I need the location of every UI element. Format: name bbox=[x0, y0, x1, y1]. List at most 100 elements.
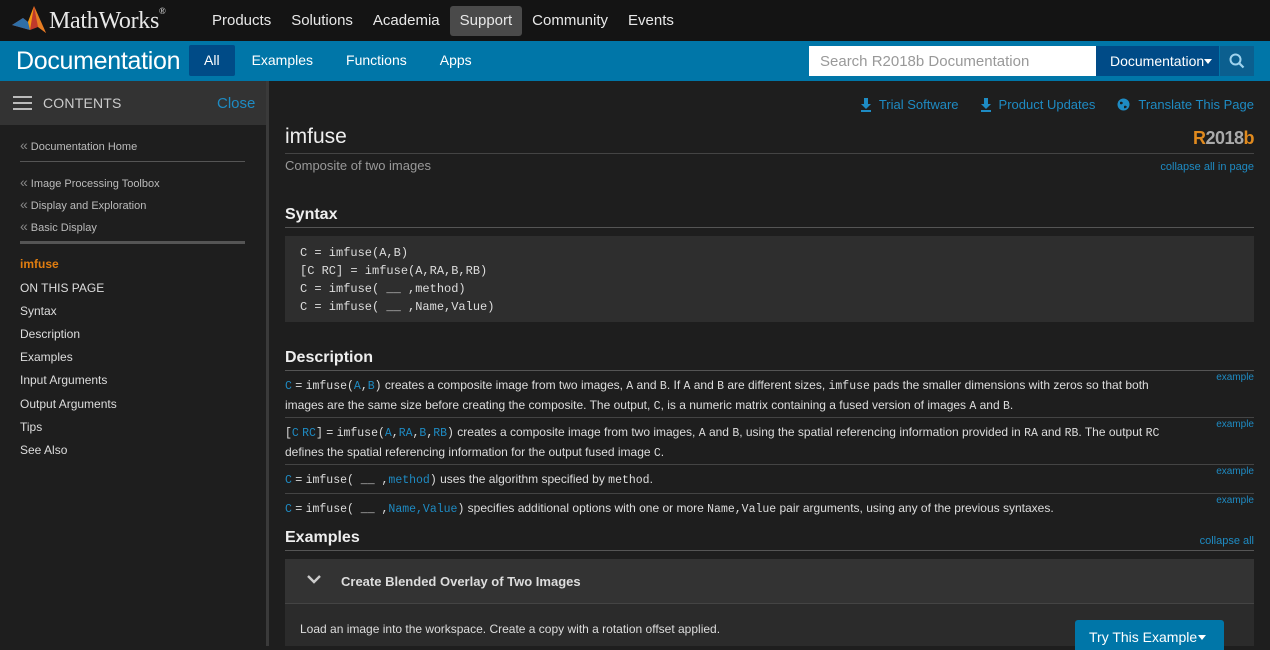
utility-links: Trial Software Product Updates Translate… bbox=[839, 97, 1254, 112]
tab-apps[interactable]: Apps bbox=[424, 45, 488, 76]
sidebar-current-page[interactable]: imfuse bbox=[20, 257, 59, 271]
example-link[interactable]: example bbox=[1216, 466, 1254, 477]
section-divider bbox=[285, 370, 1254, 371]
sidebar-item-syntax[interactable]: Syntax bbox=[20, 304, 57, 318]
sidebar-item-description[interactable]: Description bbox=[20, 327, 80, 341]
nav-solutions[interactable]: Solutions bbox=[281, 6, 363, 36]
documentation-title[interactable]: Documentation bbox=[16, 47, 181, 76]
sidebar-header: CONTENTS Close bbox=[0, 81, 269, 125]
caret-down-icon bbox=[1198, 635, 1207, 640]
description-divider bbox=[285, 417, 1254, 418]
example-link[interactable]: example bbox=[1216, 419, 1254, 430]
code-link: RC bbox=[302, 427, 316, 440]
double-chevron-left-icon: « bbox=[20, 218, 28, 234]
sidebar-resize-handle[interactable] bbox=[266, 81, 269, 646]
contents-label: CONTENTS bbox=[43, 95, 122, 111]
nav-academia[interactable]: Academia bbox=[363, 6, 450, 36]
sidebar-item-output-arguments[interactable]: Output Arguments bbox=[20, 397, 117, 411]
example-text: Load an image into the workspace. Create… bbox=[300, 622, 721, 636]
code-link: Name,Value bbox=[388, 503, 458, 516]
nav-support[interactable]: Support bbox=[449, 6, 523, 36]
sidebar-item-tips[interactable]: Tips bbox=[20, 420, 42, 434]
sidebar-separator bbox=[20, 241, 245, 244]
example-header[interactable]: Create Blended Overlay of Two Images bbox=[285, 559, 1254, 604]
double-chevron-left-icon: « bbox=[20, 137, 28, 153]
example-link[interactable]: example bbox=[1216, 372, 1254, 383]
collapse-all-link[interactable]: collapse all bbox=[1200, 535, 1254, 547]
nav-products[interactable]: Products bbox=[202, 6, 281, 36]
description-divider bbox=[285, 464, 1254, 465]
close-sidebar-link[interactable]: Close bbox=[217, 95, 255, 112]
function-purpose: Composite of two images bbox=[285, 158, 431, 173]
translate-page-link[interactable]: Translate This Page bbox=[1117, 97, 1254, 112]
sidebar-item-see-also[interactable]: See Also bbox=[20, 443, 67, 457]
logo-text: MathWorks® bbox=[49, 5, 166, 34]
title-divider bbox=[285, 153, 1254, 154]
code-link: A bbox=[353, 380, 361, 393]
caret-down-icon bbox=[1204, 59, 1212, 64]
double-chevron-left-icon: « bbox=[20, 174, 28, 190]
syntax-line: C = imfuse( __ ,method) bbox=[300, 282, 466, 296]
chevron-down-icon bbox=[307, 575, 321, 584]
description-divider bbox=[285, 493, 1254, 494]
search-input[interactable] bbox=[809, 46, 1096, 76]
crumb-display-and-exploration[interactable]: «Display and Exploration bbox=[20, 196, 146, 212]
mathworks-logo[interactable]: MathWorks® bbox=[10, 2, 166, 38]
description-heading: Description bbox=[285, 349, 374, 366]
crumb-image-processing-toolbox[interactable]: «Image Processing Toolbox bbox=[20, 174, 160, 190]
sidebar-item-input-arguments[interactable]: Input Arguments bbox=[20, 373, 107, 387]
example-link[interactable]: example bbox=[1216, 495, 1254, 506]
contents-sidebar: CONTENTS Close «Documentation Home «Imag… bbox=[0, 81, 269, 646]
documentation-bar: Documentation All Examples Functions App… bbox=[0, 41, 1270, 81]
code-link: A bbox=[384, 427, 392, 440]
syntax-line: C = imfuse(A,B) bbox=[300, 246, 409, 260]
section-divider bbox=[285, 550, 1254, 551]
description-paragraph: C = imfuse( __ ,method) uses the algorit… bbox=[285, 472, 653, 487]
nav-community[interactable]: Community bbox=[522, 6, 618, 36]
tab-all[interactable]: All bbox=[189, 45, 235, 76]
code-link: B bbox=[367, 380, 375, 393]
sidebar-item-examples[interactable]: Examples bbox=[20, 350, 73, 364]
release-badge: R2018b bbox=[1192, 128, 1255, 148]
syntax-line: [C RC] = imfuse(A,RA,B,RB) bbox=[300, 264, 488, 278]
nav-events[interactable]: Events bbox=[618, 6, 684, 36]
search-button[interactable] bbox=[1220, 46, 1254, 76]
search-icon bbox=[1229, 53, 1245, 69]
page-title: imfuse bbox=[285, 125, 347, 148]
product-updates-link[interactable]: Product Updates bbox=[980, 97, 1095, 112]
double-chevron-left-icon: « bbox=[20, 196, 28, 212]
tab-examples[interactable]: Examples bbox=[236, 45, 329, 76]
syntax-code-block: C = imfuse(A,B) [C RC] = imfuse(A,RA,B,R… bbox=[285, 236, 1254, 322]
globe-icon bbox=[1117, 98, 1130, 111]
syntax-line: C = imfuse( __ ,Name,Value) bbox=[300, 300, 495, 314]
download-icon bbox=[860, 97, 871, 112]
search-scope-dropdown[interactable]: Documentation bbox=[1096, 46, 1219, 76]
sidebar-separator bbox=[20, 161, 245, 162]
tab-functions[interactable]: Functions bbox=[330, 45, 423, 76]
download-icon bbox=[980, 97, 991, 112]
section-divider bbox=[285, 227, 1254, 228]
trial-software-link[interactable]: Trial Software bbox=[860, 97, 959, 112]
crumb-basic-display[interactable]: «Basic Display bbox=[20, 218, 97, 234]
on-this-page-label: ON THIS PAGE bbox=[20, 281, 105, 295]
description-paragraph: C = imfuse( __ ,Name,Value) specifies ad… bbox=[285, 501, 1054, 516]
code-link: RA bbox=[398, 427, 413, 440]
examples-heading: Examples bbox=[285, 529, 360, 546]
code-link: method bbox=[388, 474, 430, 487]
code-link: RB bbox=[433, 427, 448, 440]
doc-tabs: All Examples Functions Apps bbox=[189, 45, 489, 76]
code-link: C bbox=[285, 474, 292, 487]
code-link: C bbox=[285, 503, 292, 516]
search-scope-label: Documentation bbox=[1110, 53, 1205, 69]
hamburger-menu-icon[interactable] bbox=[13, 96, 32, 110]
collapse-all-in-page-link[interactable]: collapse all in page bbox=[1160, 161, 1254, 173]
example-panel: Create Blended Overlay of Two Images Loa… bbox=[285, 559, 1254, 650]
main-content: Trial Software Product Updates Translate… bbox=[272, 81, 1270, 650]
crumb-documentation-home[interactable]: «Documentation Home bbox=[20, 137, 137, 153]
global-nav-bar: MathWorks® Products Solutions Academia S… bbox=[0, 0, 1270, 41]
membrane-logo-icon bbox=[12, 6, 46, 33]
description-paragraph: [C RC] = imfuse(A,RA,B,RB) creates a com… bbox=[285, 425, 1160, 460]
code-link: C bbox=[291, 427, 299, 440]
syntax-heading: Syntax bbox=[285, 206, 338, 223]
global-nav: Products Solutions Academia Support Comm… bbox=[202, 6, 684, 36]
